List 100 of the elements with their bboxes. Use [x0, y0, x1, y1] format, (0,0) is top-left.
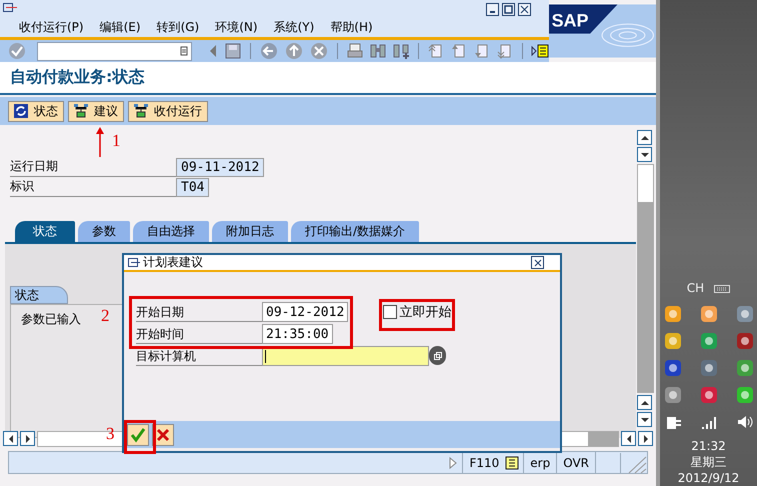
tab[interactable]: 自由选择 — [133, 221, 209, 242]
toolbar-button[interactable]: 收付运行 — [128, 100, 208, 122]
annotation-box — [124, 420, 156, 454]
minimize-button[interactable] — [486, 3, 499, 16]
section-tab[interactable]: 状态 — [10, 286, 68, 304]
cross-icon — [155, 426, 171, 442]
tab[interactable]: 参数 — [78, 221, 130, 242]
left-arrow-icon — [8, 434, 14, 442]
scroll-up-button[interactable] — [637, 130, 652, 145]
dialog-title: 计划表建议 — [143, 254, 204, 271]
close-button[interactable] — [531, 256, 544, 269]
keyboard-icon[interactable] — [714, 283, 730, 293]
list-icon[interactable] — [180, 46, 188, 56]
cancel-icon[interactable] — [309, 42, 329, 60]
menu-item[interactable]: 环境(N) — [215, 18, 258, 36]
tray-app-icon[interactable] — [664, 359, 682, 377]
close-button[interactable] — [518, 3, 531, 16]
tray-app-icon[interactable] — [736, 359, 754, 377]
window-icon[interactable] — [3, 3, 17, 13]
field-label: 运行日期 — [10, 158, 176, 177]
list-icon[interactable] — [505, 456, 520, 470]
field-value: 21:35:00 — [262, 324, 333, 344]
tree-icon — [74, 104, 88, 118]
status-item: 参数已输入 — [21, 311, 81, 328]
annotation-arrow — [95, 127, 105, 157]
right-arrow-icon — [24, 434, 30, 442]
scrollbar-thumb[interactable] — [638, 202, 653, 392]
tab[interactable]: 附加日志 — [212, 221, 288, 242]
find-icon[interactable] — [369, 42, 387, 60]
find-next-icon[interactable] — [392, 42, 410, 60]
layout-icon[interactable] — [531, 42, 549, 60]
scroll-up-button[interactable] — [637, 395, 652, 410]
clock-time[interactable]: 21:32 — [691, 438, 726, 454]
down-arrow-icon — [640, 152, 648, 158]
up-icon[interactable] — [284, 42, 304, 60]
menu-item[interactable]: 帮助(H) — [330, 18, 373, 36]
refresh-icon — [14, 104, 28, 118]
right-arrow-icon — [642, 434, 648, 442]
field-label: 标识 — [10, 178, 176, 197]
logo: SAP — [549, 4, 618, 34]
clock-date[interactable]: 2012/9/12 — [678, 470, 740, 486]
print-icon[interactable] — [346, 42, 364, 60]
tray-app-icon[interactable] — [700, 359, 718, 377]
scrollbar-thumb[interactable] — [588, 432, 618, 446]
menu-item[interactable]: 编辑(E) — [100, 18, 141, 36]
resize-grip-icon[interactable] — [620, 452, 647, 472]
save-icon[interactable] — [224, 42, 242, 60]
annotation-number: 2 — [101, 307, 110, 324]
maximize-button[interactable] — [502, 3, 515, 16]
tray-app-icon[interactable] — [664, 386, 682, 404]
tab[interactable]: 打印输出/数据媒介 — [291, 221, 420, 242]
annotation-number: 3 — [106, 425, 114, 442]
tray-app-icon[interactable] — [736, 332, 754, 350]
scroll-left-button[interactable] — [3, 431, 18, 446]
up-arrow-icon — [640, 134, 648, 140]
annotation-number: 1 — [112, 132, 120, 149]
menu-item[interactable]: 收付运行(P) — [19, 18, 84, 36]
close-icon — [534, 258, 542, 266]
tray-app-icon[interactable] — [664, 305, 682, 323]
speaker-icon[interactable] — [736, 413, 754, 431]
close-icon — [520, 5, 529, 14]
tray-app-icon[interactable] — [736, 386, 754, 404]
check-icon[interactable] — [8, 42, 26, 60]
input-field[interactable] — [262, 346, 429, 366]
tray-app-icon[interactable] — [700, 305, 718, 323]
tray-app-icon[interactable] — [700, 386, 718, 404]
command-field[interactable] — [37, 42, 192, 60]
confirm-button[interactable] — [127, 424, 149, 446]
down-arrow-icon — [640, 416, 648, 422]
scroll-right-button[interactable] — [20, 431, 35, 446]
tray-app-icon[interactable] — [736, 305, 754, 323]
clock-weekday[interactable]: 星期三 — [690, 454, 726, 470]
value-help-button[interactable] — [429, 346, 446, 365]
up-arrow-icon — [640, 400, 648, 406]
tray-app-icon[interactable] — [664, 332, 682, 350]
back-icon[interactable] — [259, 42, 279, 60]
ripple-drawing — [602, 24, 654, 47]
tab[interactable]: 状态 — [15, 221, 75, 242]
toolbar-button[interactable]: 状态 — [8, 100, 64, 122]
menu-item[interactable]: 转到(G) — [156, 18, 200, 36]
scroll-right-button[interactable] — [638, 431, 653, 446]
scroll-down-button[interactable] — [637, 412, 652, 427]
checkbox[interactable] — [383, 305, 398, 319]
language-indicator[interactable]: CH — [686, 281, 704, 295]
checkmark-icon — [130, 426, 146, 442]
menu-item[interactable]: 系统(Y) — [274, 18, 314, 36]
tray-app-icon[interactable] — [700, 332, 718, 350]
left-arrow-icon — [626, 434, 632, 442]
scroll-left-button[interactable] — [621, 431, 636, 446]
field-value: 09-11-2012 — [176, 158, 264, 177]
tree-icon — [134, 104, 148, 118]
field-value: 09-12-2012 — [262, 302, 348, 322]
maximize-icon — [504, 5, 513, 14]
scroll-down-button[interactable] — [637, 147, 652, 162]
field-value: T04 — [176, 178, 210, 197]
window-icon — [128, 258, 140, 268]
checkbox-label: 立即开始 — [399, 304, 452, 321]
expand-icon[interactable] — [448, 456, 458, 470]
toolbar-button[interactable]: 建议 — [68, 100, 124, 122]
screen-title: 自动付款业务:状态 — [0, 62, 656, 95]
